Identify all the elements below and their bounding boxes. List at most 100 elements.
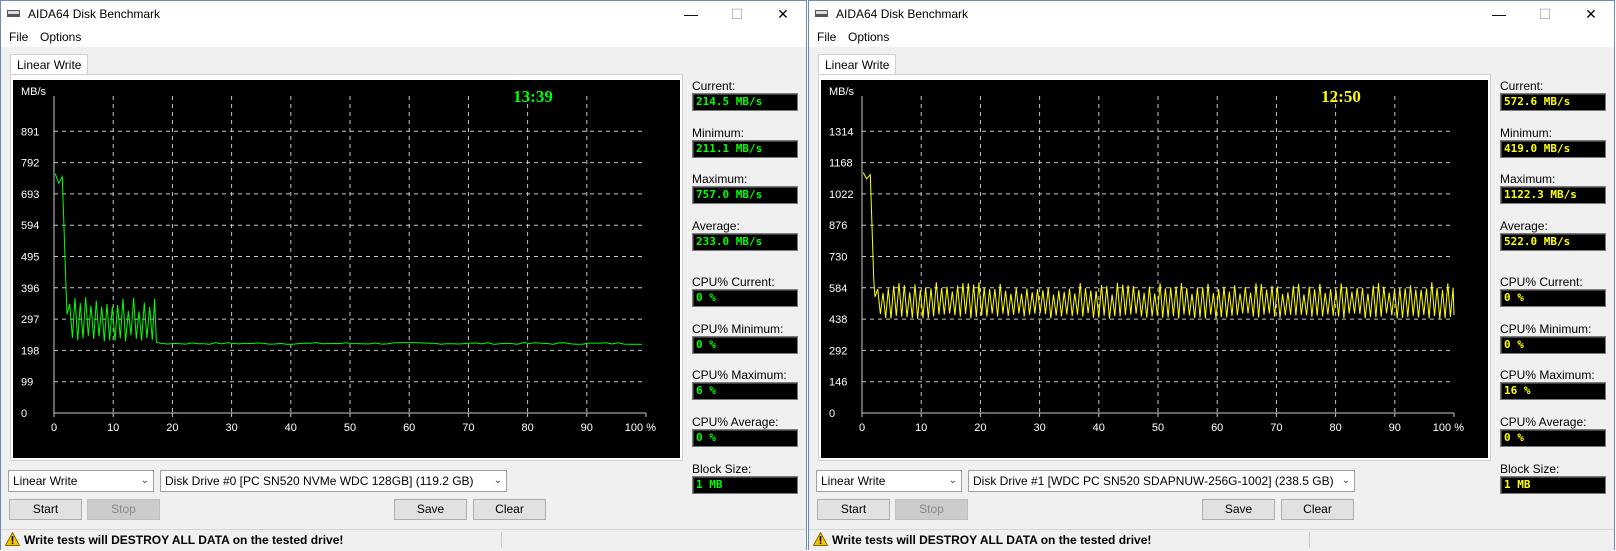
save-button[interactable]: Save (394, 499, 467, 520)
x-tick-label: 10 (107, 422, 119, 434)
menu-options[interactable]: Options (848, 30, 889, 44)
y-tick-label: 198 (21, 345, 39, 357)
start-button[interactable]: Start (817, 499, 890, 520)
x-tick-label: 40 (285, 422, 297, 434)
stat-value: 419.0 MB/s (1500, 140, 1606, 158)
speed-series-line (862, 172, 1455, 319)
disk-icon (815, 10, 828, 17)
stat-value: 757.0 MB/s (692, 186, 798, 204)
y-tick-label: 438 (829, 314, 847, 326)
chart-area: 891 792 693 594 495 396 297 198 99 0 MB/s 0 10 20 30 40… (13, 80, 680, 458)
stop-button[interactable]: Stop (895, 499, 968, 520)
test-type-value: Linear Write (13, 474, 78, 488)
menu-options[interactable]: Options (40, 30, 81, 44)
stat-label: Minimum: (1500, 126, 1553, 140)
warning-icon (813, 532, 828, 546)
close-button[interactable]: ✕ (760, 1, 806, 27)
x-tick-label: 100 % (1433, 422, 1464, 434)
minimize-button[interactable]: — (1476, 1, 1522, 27)
elapsed-timer: 13:39 (513, 87, 553, 106)
y-axis-label: MB/s (829, 86, 855, 98)
title-bar[interactable]: AIDA64 Disk Benchmark — ☐ ✕ (809, 1, 1614, 27)
benchmark-window-right: AIDA64 Disk Benchmark — ☐ ✕ File Options… (808, 0, 1615, 551)
title-bar[interactable]: AIDA64 Disk Benchmark — ☐ ✕ (1, 1, 806, 27)
x-tick-label: 80 (521, 422, 533, 434)
stat-label: Average: (1500, 219, 1548, 233)
elapsed-timer: 12:50 (1321, 87, 1361, 106)
stat-value: 1 MB (692, 476, 798, 494)
drive-select[interactable]: Disk Drive #0 [PC SN520 NVMe WDC 128GB] … (160, 470, 507, 492)
x-tick-label: 90 (1389, 422, 1401, 434)
clear-button[interactable]: Clear (473, 499, 546, 520)
x-tick-label: 50 (344, 422, 356, 434)
x-tick-label: 30 (1033, 422, 1045, 434)
warning-text: Write tests will DESTROY ALL DATA on the… (832, 533, 1152, 547)
window-title: AIDA64 Disk Benchmark (28, 7, 161, 21)
tab-linear-write[interactable]: Linear Write (10, 54, 89, 75)
maximize-button[interactable]: ☐ (1522, 1, 1568, 27)
x-tick-label: 0 (859, 422, 865, 434)
y-tick-label: 594 (21, 220, 39, 232)
close-button[interactable]: ✕ (1568, 1, 1614, 27)
drive-select[interactable]: Disk Drive #1 [WDC PC SN520 SDAPNUW-256G… (968, 470, 1355, 492)
stat-value: 0 % (1500, 429, 1606, 447)
save-button[interactable]: Save (1202, 499, 1275, 520)
y-tick-label: 792 (21, 158, 39, 170)
status-bar: Write tests will DESTROY ALL DATA on the… (1, 529, 806, 551)
drive-value: Disk Drive #0 [PC SN520 NVMe WDC 128GB] … (165, 474, 474, 488)
x-tick-label: 80 (1329, 422, 1341, 434)
stat-label: CPU% Minimum: (692, 322, 784, 336)
y-tick-label: 292 (829, 345, 847, 357)
stat-label: Minimum: (692, 126, 745, 140)
warning-icon (5, 532, 20, 546)
status-bar: Write tests will DESTROY ALL DATA on the… (809, 529, 1614, 551)
tab-linear-write[interactable]: Linear Write (818, 54, 897, 75)
stat-value: 1 MB (1500, 476, 1606, 494)
x-tick-label: 40 (1093, 422, 1105, 434)
menu-file[interactable]: File (817, 30, 836, 44)
chevron-down-icon: ⌄ (948, 475, 957, 486)
y-tick-label: 99 (21, 377, 33, 389)
speed-chart: 891 792 693 594 495 396 297 198 99 0 MB/s 0 10 20 30 40… (21, 86, 656, 434)
minimize-button[interactable]: — (668, 1, 714, 27)
chevron-down-icon: ⌄ (1341, 475, 1350, 486)
y-tick-label: 693 (21, 189, 39, 201)
stat-value: 0 % (1500, 289, 1606, 307)
x-tick-label: 0 (51, 422, 57, 434)
chart-area: 1314 1168 1022 876 730 584 438 292 146 0 MB/s 0 10 20… (821, 80, 1488, 458)
tab-strip: Linear Write (1, 47, 806, 75)
stat-value: 0 % (692, 289, 798, 307)
stat-value: 16 % (1500, 382, 1606, 400)
y-tick-label: 1168 (829, 158, 853, 170)
speed-chart: 1314 1168 1022 876 730 584 438 292 146 0 MB/s 0 10 20… (829, 86, 1464, 434)
stat-label: CPU% Current: (692, 275, 775, 289)
clear-button[interactable]: Clear (1281, 499, 1354, 520)
test-type-select[interactable]: Linear Write ⌄ (816, 470, 962, 492)
stat-value: 233.0 MB/s (692, 233, 798, 251)
menu-bar: File Options (809, 27, 1614, 47)
stat-label: CPU% Current: (1500, 275, 1583, 289)
stop-button[interactable]: Stop (87, 499, 160, 520)
y-tick-label: 584 (829, 283, 847, 295)
stat-label: Block Size: (692, 462, 752, 476)
x-tick-label: 30 (225, 422, 237, 434)
menu-bar: File Options (1, 27, 806, 47)
y-tick-label: 396 (21, 283, 39, 295)
stat-value: 211.1 MB/s (692, 140, 798, 158)
start-button[interactable]: Start (9, 499, 82, 520)
stat-label: Current: (1500, 79, 1544, 93)
y-tick-label: 0 (21, 408, 27, 420)
x-tick-label: 90 (581, 422, 593, 434)
y-tick-label: 146 (829, 377, 847, 389)
stat-value: 6 % (692, 382, 798, 400)
y-tick-label: 0 (829, 408, 835, 420)
stat-label: Current: (692, 79, 736, 93)
x-tick-label: 70 (1270, 422, 1282, 434)
test-type-select[interactable]: Linear Write ⌄ (8, 470, 154, 492)
maximize-button[interactable]: ☐ (714, 1, 760, 27)
menu-file[interactable]: File (9, 30, 28, 44)
stat-value: 214.5 MB/s (692, 93, 798, 111)
window-title: AIDA64 Disk Benchmark (836, 7, 969, 21)
y-tick-label: 1022 (829, 189, 853, 201)
y-tick-label: 297 (21, 314, 39, 326)
